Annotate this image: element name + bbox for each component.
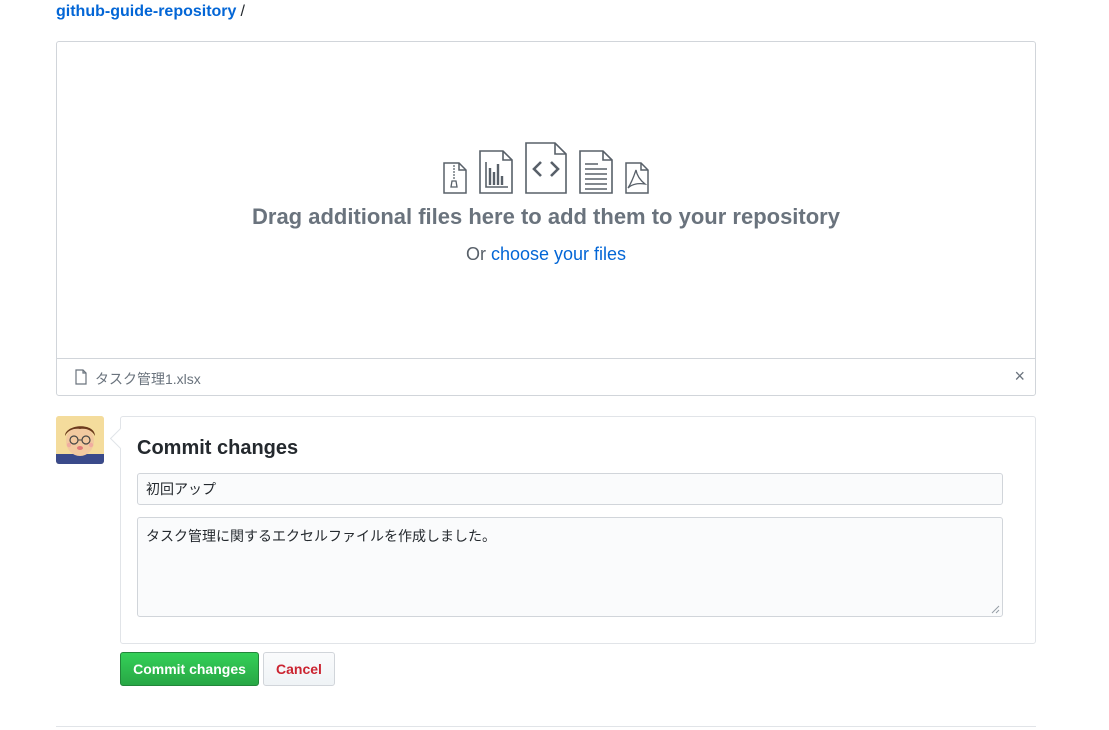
commit-changes-button[interactable]: Commit changes [120, 652, 259, 686]
commit-summary-input[interactable]: 初回アップ [137, 473, 1003, 505]
drop-zone-title: Drag additional files here to add them t… [252, 204, 840, 229]
file-type-icons [57, 142, 1035, 194]
upload-page: github-guide-repository / Drag additiona… [0, 0, 1109, 730]
user-avatar-image [56, 416, 104, 464]
remove-file-button[interactable]: × [1014, 366, 1025, 386]
resize-grip-icon[interactable] [991, 605, 1000, 614]
pdf-file-icon [625, 162, 649, 194]
breadcrumb: github-guide-repository / [56, 2, 245, 22]
drop-zone-subtitle: Or choose your files [57, 244, 1035, 265]
commit-form-pointer [109, 427, 132, 450]
drop-zone-or-text: Or [465, 244, 486, 264]
cancel-button[interactable]: Cancel [263, 652, 335, 686]
breadcrumb-repo-link[interactable]: github-guide-repository [56, 3, 236, 20]
commit-form-title: Commit changes [137, 437, 299, 459]
breadcrumb-separator: / [240, 3, 245, 20]
code-file-icon [525, 142, 567, 194]
footer-divider [56, 726, 1036, 727]
commit-form: Commit changes 初回アップ タスク管理に関するエクセルファイルを作… [109, 416, 1036, 644]
text-file-icon [579, 150, 613, 194]
zip-file-icon [443, 162, 467, 194]
uploaded-file-row: タスク管理1.xlsx × [56, 358, 1036, 396]
file-icon [75, 369, 87, 385]
file-drop-zone[interactable]: Drag additional files here to add them t… [56, 41, 1036, 359]
avatar[interactable] [56, 416, 104, 464]
commit-description-textarea[interactable]: タスク管理に関するエクセルファイルを作成しました。 [137, 517, 1003, 617]
uploaded-file-name: タスク管理1.xlsx [95, 371, 201, 387]
commit-description-text: タスク管理に関するエクセルファイルを作成しました。 [146, 528, 496, 544]
choose-files-link[interactable]: choose your files [491, 244, 626, 264]
chart-file-icon [479, 150, 513, 194]
